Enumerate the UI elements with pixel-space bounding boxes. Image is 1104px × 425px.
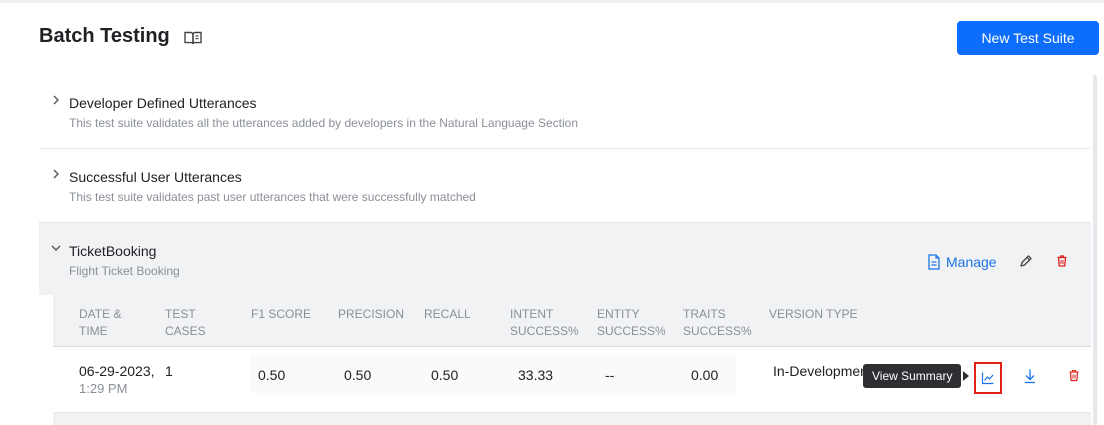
suite-item-ticketbooking[interactable]: TicketBooking Flight Ticket Booking Mana… bbox=[39, 223, 1091, 295]
cell-entity-success: -- bbox=[605, 367, 615, 383]
column-header-recall: RECALL bbox=[424, 307, 471, 321]
cell-traits-success: 0.00 bbox=[691, 367, 719, 383]
column-header-version-type: VERSION TYPE bbox=[769, 307, 858, 321]
results-table: DATE & TIME TEST CASES F1 SCORE PRECISION … bbox=[53, 295, 1091, 425]
chevron-right-icon[interactable] bbox=[51, 169, 61, 179]
document-icon bbox=[928, 254, 940, 270]
chart-icon bbox=[981, 372, 994, 385]
suite-description: This test suite validates past user utte… bbox=[69, 190, 476, 204]
cell-f1-score: 0.50 bbox=[258, 367, 286, 383]
suite-description: This test suite validates all the uttera… bbox=[69, 116, 578, 130]
cell-precision: 0.50 bbox=[344, 367, 372, 383]
scrollbar[interactable] bbox=[1093, 75, 1097, 425]
suite-name: TicketBooking bbox=[69, 243, 157, 259]
manage-link[interactable]: Manage bbox=[927, 254, 997, 270]
view-summary-tooltip: View Summary bbox=[863, 364, 962, 388]
column-header-f1-score: F1 SCORE bbox=[251, 307, 312, 321]
trash-icon[interactable] bbox=[1068, 369, 1080, 382]
chevron-down-icon[interactable] bbox=[51, 243, 61, 253]
chevron-right-icon[interactable] bbox=[51, 95, 61, 105]
suite-name: Developer Defined Utterances bbox=[69, 95, 257, 111]
column-header-intent-success: INTENT SUCCESS% bbox=[510, 307, 579, 338]
suite-item-successful-user[interactable]: Successful User Utterances This test sui… bbox=[39, 149, 1091, 223]
view-summary-button[interactable] bbox=[974, 362, 1002, 394]
cell-time: 1:29 PM bbox=[79, 381, 128, 396]
trash-icon[interactable] bbox=[1055, 254, 1069, 268]
column-header-date: DATE & TIME bbox=[79, 307, 122, 338]
pencil-icon[interactable] bbox=[1019, 254, 1033, 268]
column-header-entity-success: ENTITY SUCCESS% bbox=[597, 307, 666, 338]
cell-test-cases: 1 bbox=[165, 363, 173, 379]
divider bbox=[53, 412, 1091, 413]
cell-date: 06-29-2023, bbox=[79, 363, 155, 379]
new-test-suite-button[interactable]: New Test Suite bbox=[957, 21, 1099, 55]
top-border bbox=[0, 0, 1104, 3]
column-header-traits-success: TRAITS SUCCESS% bbox=[683, 307, 752, 338]
suite-name: Successful User Utterances bbox=[69, 169, 242, 185]
suite-item-developer-defined[interactable]: Developer Defined Utterances This test s… bbox=[39, 75, 1091, 149]
manage-label: Manage bbox=[946, 254, 997, 270]
column-header-precision: PRECISION bbox=[338, 307, 405, 321]
cell-recall: 0.50 bbox=[431, 367, 459, 383]
cell-version-type: In-Development bbox=[773, 363, 868, 379]
book-icon[interactable] bbox=[183, 30, 203, 46]
cell-intent-success: 33.33 bbox=[518, 367, 554, 383]
download-icon[interactable] bbox=[1023, 368, 1037, 384]
column-header-test-cases: TEST CASES bbox=[165, 307, 206, 338]
suite-description: Flight Ticket Booking bbox=[69, 264, 180, 278]
tooltip-arrow bbox=[963, 371, 969, 381]
page-title: Batch Testing bbox=[39, 25, 170, 47]
metrics-background bbox=[250, 355, 736, 393]
